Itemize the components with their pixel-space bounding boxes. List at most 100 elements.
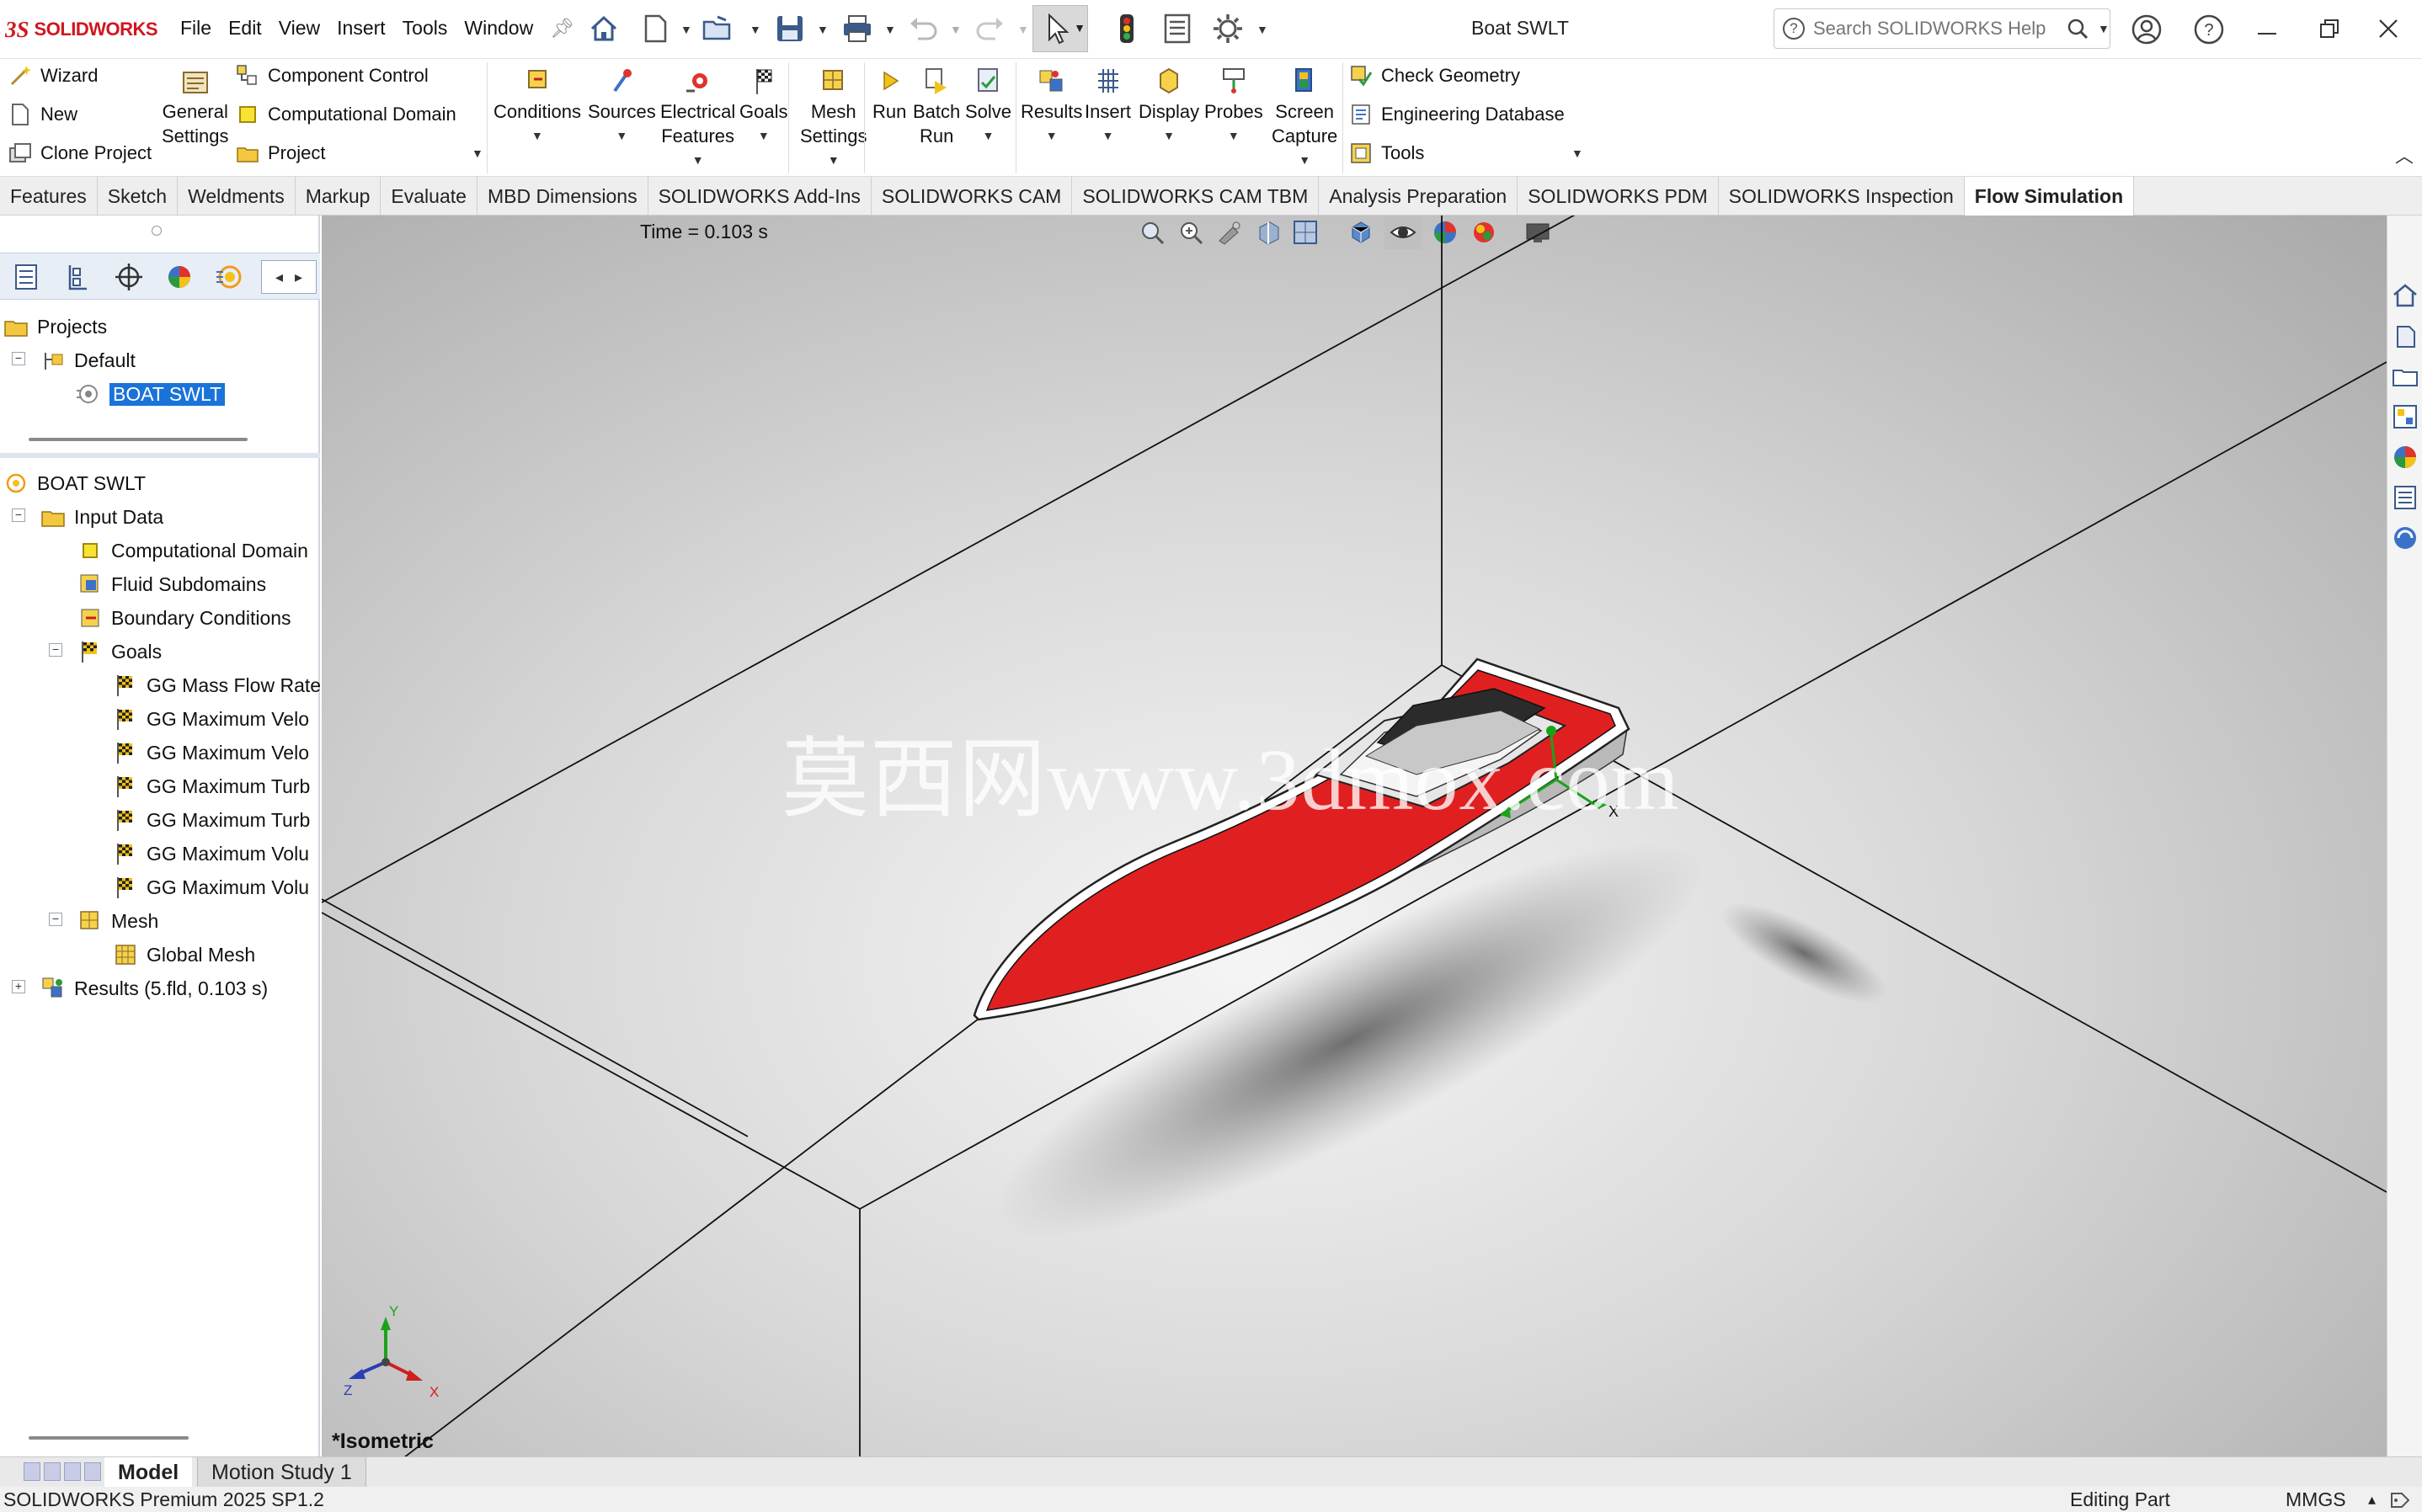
tab-solidworks-cam[interactable]: SOLIDWORKS CAM xyxy=(872,177,1073,216)
view-palette-icon[interactable] xyxy=(2391,402,2419,431)
batch-run-button[interactable]: Batch Run xyxy=(913,66,960,148)
input-data-folder[interactable]: Input Data xyxy=(40,502,163,532)
project-button[interactable]: Project xyxy=(236,141,325,165)
electrical-features-button[interactable]: Electrical Features ▼ xyxy=(660,66,735,173)
clone-project-button[interactable]: Clone Project xyxy=(8,141,152,165)
tab-solidworks-add-ins[interactable]: SOLIDWORKS Add-Ins xyxy=(648,177,872,216)
project-dropdown-chevron-icon[interactable]: ▼ xyxy=(472,146,483,160)
scroll-right-chevron-icon[interactable]: ▸ xyxy=(295,269,302,286)
results-dropdown-chevron-icon[interactable]: ▼ xyxy=(1046,124,1058,148)
tree-scrollbar[interactable] xyxy=(29,1436,189,1440)
prev-tab-arrow-icon[interactable] xyxy=(44,1462,61,1481)
engineering-database-button[interactable]: Engineering Database xyxy=(1349,103,1565,126)
display-button[interactable]: Display ▼ xyxy=(1139,66,1199,148)
undo-icon[interactable] xyxy=(906,12,940,45)
select-dropdown-chevron-icon[interactable]: ▼ xyxy=(1074,21,1086,35)
general-settings-button[interactable]: General Settings xyxy=(162,66,229,148)
collapse-toggle-icon[interactable]: − xyxy=(49,643,62,657)
search-icon[interactable] xyxy=(2066,17,2089,40)
redo-dropdown-chevron-icon[interactable]: ▼ xyxy=(1017,23,1029,36)
tab-motion-study-1[interactable]: Motion Study 1 xyxy=(197,1457,366,1488)
tab-markup[interactable]: Markup xyxy=(296,177,381,216)
display-dropdown-chevron-icon[interactable]: ▼ xyxy=(1163,124,1175,148)
tab-evaluate[interactable]: Evaluate xyxy=(381,177,477,216)
project-boat-swlt[interactable]: BOAT SWLT xyxy=(76,379,226,409)
mesh-settings-button[interactable]: Mesh Settings ▼ xyxy=(800,66,867,173)
help-icon[interactable]: ? xyxy=(2193,13,2225,45)
sources-dropdown-chevron-icon[interactable]: ▼ xyxy=(616,124,627,148)
minimize-button[interactable] xyxy=(2249,10,2286,47)
mesh-settings-dropdown-chevron-icon[interactable]: ▼ xyxy=(828,148,840,173)
scroll-left-chevron-icon[interactable]: ◂ xyxy=(275,269,283,286)
units-menu-chevron-icon[interactable]: ▴ xyxy=(2368,1487,2376,1512)
help-search-box[interactable]: ? ▼ xyxy=(1774,8,2110,49)
tab-mbd-dimensions[interactable]: MBD Dimensions xyxy=(477,177,648,216)
next-tab-arrow-icon[interactable] xyxy=(64,1462,81,1481)
tab-features[interactable]: Features xyxy=(0,177,98,216)
conditions-dropdown-chevron-icon[interactable]: ▼ xyxy=(531,124,543,148)
tree-goal-item[interactable]: GG Maximum Volu xyxy=(113,839,309,869)
restore-button[interactable] xyxy=(2311,10,2348,47)
tab-solidworks-cam-tbm[interactable]: SOLIDWORKS CAM TBM xyxy=(1072,177,1320,216)
goals-dropdown-chevron-icon[interactable]: ▼ xyxy=(758,124,770,148)
graphics-area[interactable]: Time = 0.103 s X Y X Z 莫西网www.3dmox.com … xyxy=(322,216,2387,1456)
tab-flow-simulation[interactable]: Flow Simulation xyxy=(1964,177,2135,216)
menu-edit[interactable]: Edit xyxy=(228,17,262,40)
new-dropdown-chevron-icon[interactable]: ▼ xyxy=(680,23,692,36)
flow-analysis-tree-icon[interactable] xyxy=(212,260,248,294)
sources-button[interactable]: Sources ▼ xyxy=(588,66,656,148)
first-tab-arrow-icon[interactable] xyxy=(24,1462,40,1481)
save-icon[interactable] xyxy=(773,12,807,45)
select-tool-button[interactable]: ▼ xyxy=(1032,5,1088,52)
tab-solidworks-inspection[interactable]: SOLIDWORKS Inspection xyxy=(1719,177,1965,216)
tree-goal-item[interactable]: GG Maximum Velo xyxy=(113,704,309,734)
results-button[interactable]: Results ▼ xyxy=(1021,66,1082,148)
check-geometry-button[interactable]: Check Geometry xyxy=(1349,64,1520,88)
configuration-manager-icon[interactable] xyxy=(111,260,147,294)
tab-model[interactable]: Model xyxy=(104,1457,193,1488)
projects-scrollbar[interactable] xyxy=(29,438,248,441)
redo-icon[interactable] xyxy=(974,12,1007,45)
solve-button[interactable]: Solve ▼ xyxy=(965,66,1011,148)
new-document-icon[interactable] xyxy=(638,12,672,45)
user-account-icon[interactable] xyxy=(2131,13,2163,45)
insert-button[interactable]: Insert ▼ xyxy=(1085,66,1131,148)
menu-tools[interactable]: Tools xyxy=(403,17,448,40)
run-button[interactable]: Run xyxy=(872,66,906,124)
menu-view[interactable]: View xyxy=(279,17,320,40)
tree-computational-domain[interactable]: Computational Domain xyxy=(77,535,308,566)
open-folder-icon[interactable] xyxy=(701,12,734,45)
tree-results[interactable]: Results (5.fld, 0.103 s) xyxy=(40,973,268,1004)
menu-window[interactable]: Window xyxy=(464,17,533,40)
tabs-scroll-control[interactable]: ◂ ▸ xyxy=(261,260,317,294)
file-explorer-icon[interactable] xyxy=(2391,362,2419,391)
wizard-button[interactable]: Wizard xyxy=(8,64,98,88)
tree-goal-item[interactable]: GG Mass Flow Rate xyxy=(113,670,321,700)
status-units[interactable]: MMGS xyxy=(2286,1487,2346,1512)
status-tag-icon[interactable] xyxy=(2388,1488,2412,1510)
projects-root[interactable]: Projects xyxy=(3,311,107,342)
print-dropdown-chevron-icon[interactable]: ▼ xyxy=(884,23,896,36)
property-manager-icon[interactable] xyxy=(61,260,96,294)
probes-button[interactable]: Probes ▼ xyxy=(1204,66,1263,148)
design-library-icon[interactable] xyxy=(2391,322,2419,350)
screen-capture-dropdown-chevron-icon[interactable]: ▼ xyxy=(1299,148,1310,173)
solidworks-forum-icon[interactable] xyxy=(2391,524,2419,552)
display-manager-icon[interactable] xyxy=(162,260,197,294)
tree-fluid-subdomains[interactable]: Fluid Subdomains xyxy=(77,569,266,599)
probes-dropdown-chevron-icon[interactable]: ▼ xyxy=(1228,124,1240,148)
tree-goal-item[interactable]: GG Maximum Volu xyxy=(113,872,309,902)
search-dropdown-chevron-icon[interactable]: ▼ xyxy=(2098,22,2110,35)
menu-insert[interactable]: Insert xyxy=(337,17,386,40)
pane-pin-icon[interactable] xyxy=(152,226,162,236)
open-dropdown-chevron-icon[interactable]: ▼ xyxy=(750,23,761,36)
tree-global-mesh[interactable]: Global Mesh xyxy=(113,940,255,970)
tools-dropdown-chevron-icon[interactable]: ▼ xyxy=(1571,146,1583,160)
electrical-features-dropdown-chevron-icon[interactable]: ▼ xyxy=(692,148,704,173)
conditions-button[interactable]: Conditions ▼ xyxy=(493,66,581,148)
screen-capture-button[interactable]: Screen Capture ▼ xyxy=(1272,66,1337,173)
insert-dropdown-chevron-icon[interactable]: ▼ xyxy=(1102,124,1114,148)
analysis-root[interactable]: BOAT SWLT xyxy=(3,468,146,498)
close-button[interactable] xyxy=(2370,10,2407,47)
rebuild-traffic-light-icon[interactable] xyxy=(1110,12,1144,45)
